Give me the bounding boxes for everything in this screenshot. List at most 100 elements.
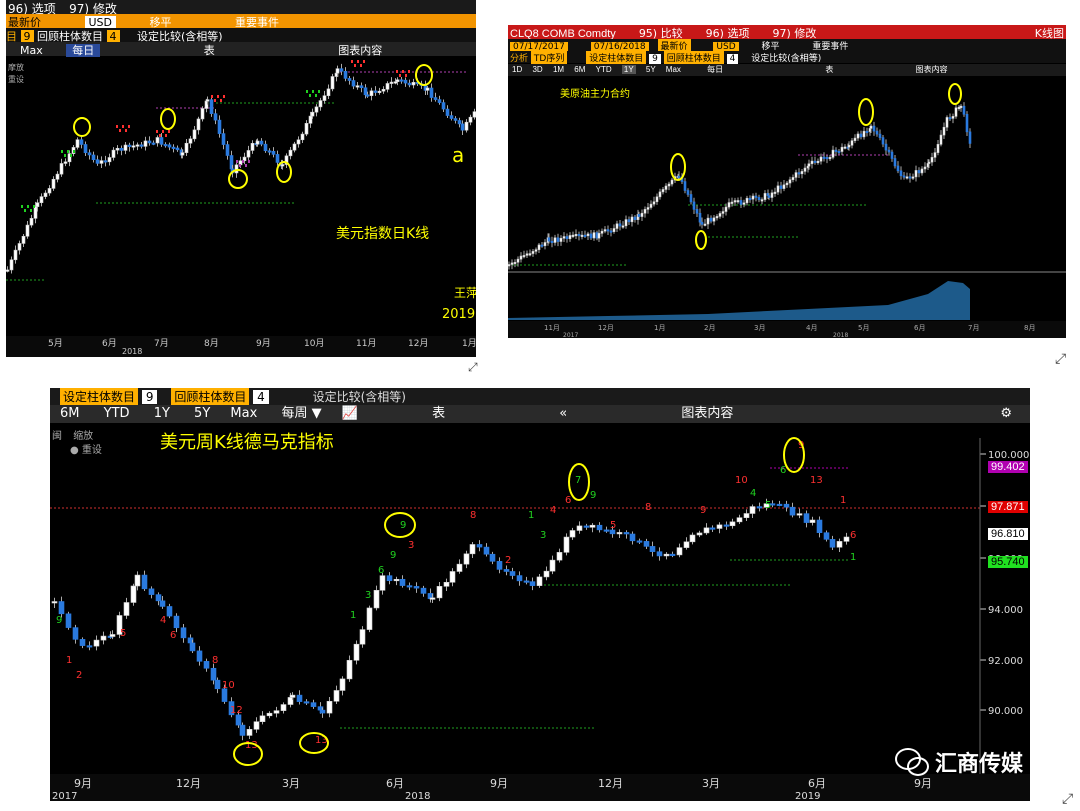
- candle-body: [592, 232, 596, 239]
- candle-body: [225, 144, 230, 156]
- candle-body: [756, 506, 763, 509]
- expand-icon[interactable]: ⤢: [1062, 790, 1073, 807]
- candle-body: [175, 147, 180, 151]
- candle-body: [959, 105, 963, 108]
- highlight-circle: [415, 64, 433, 86]
- chart-title: 美原油主力合约: [560, 87, 630, 100]
- candle-body: [556, 237, 560, 242]
- candle-body: [649, 546, 656, 552]
- y-axis-ticks: 100.00098.00096.00094.00092.00090.000: [979, 438, 1029, 774]
- x-axis-label: 2月: [704, 324, 715, 332]
- candle-body: [55, 173, 60, 180]
- td-mark: [217, 95, 219, 98]
- candle-body: [822, 156, 826, 159]
- candle-body: [623, 532, 630, 535]
- candle-body: [825, 157, 829, 160]
- candle-body: [171, 146, 176, 149]
- highlight-circle: [858, 98, 874, 126]
- candle-body: [280, 704, 287, 711]
- candle-body: [51, 178, 56, 189]
- candle-body: [757, 197, 761, 201]
- candle-body: [965, 113, 969, 133]
- candle-body: [59, 163, 64, 175]
- td-mark: [408, 70, 410, 73]
- td-mark: [73, 150, 75, 153]
- candle-body: [695, 209, 699, 214]
- highlight-circle: [695, 230, 707, 250]
- td-mark: [122, 125, 124, 128]
- candle-body: [917, 170, 921, 174]
- td-mark: [402, 70, 404, 73]
- candle-body: [496, 561, 503, 570]
- candle-body: [933, 152, 937, 158]
- candle-body: [643, 209, 647, 214]
- candle-body: [318, 100, 323, 108]
- candle-body: [6, 269, 10, 272]
- candles: [51, 498, 850, 741]
- td-mark: [248, 160, 250, 163]
- candle-body: [629, 533, 636, 542]
- td-number: 1: [840, 495, 846, 506]
- candle-body: [377, 90, 382, 93]
- candle-body: [489, 553, 496, 562]
- candle-body: [379, 575, 386, 591]
- candle-body: [853, 137, 857, 141]
- candle-body: [330, 76, 335, 90]
- candle-body: [656, 551, 663, 557]
- x-axis-label: 7月: [154, 338, 169, 349]
- td-number: 2: [505, 555, 511, 566]
- candle-body: [683, 541, 690, 548]
- expand-icon[interactable]: ⤢: [468, 360, 478, 375]
- candle-body: [580, 234, 584, 237]
- candle-body: [819, 156, 823, 162]
- year-label: 2018: [122, 347, 142, 356]
- candle-body: [196, 650, 203, 662]
- candle-body: [615, 223, 619, 229]
- candle-body: [469, 544, 476, 555]
- candle-body: [75, 139, 80, 148]
- highlight-circles: [233, 437, 805, 766]
- candle-body: [180, 627, 187, 639]
- td-number: 5: [120, 628, 126, 639]
- td-number: 3: [540, 530, 546, 541]
- highlight-circle: [783, 437, 805, 473]
- candle-body: [727, 202, 731, 208]
- candle-body: [800, 171, 804, 175]
- candle-body: [184, 142, 189, 153]
- candle-body: [836, 541, 843, 548]
- candle-body: [39, 196, 44, 204]
- highlight-circle: [160, 108, 176, 130]
- candle-body: [441, 102, 446, 110]
- candle-body: [79, 139, 84, 145]
- candle-body: [706, 217, 710, 225]
- candle-body: [742, 202, 746, 205]
- x-axis-label: 9月: [256, 338, 271, 349]
- candle-body: [689, 194, 693, 203]
- candle-body: [583, 525, 590, 528]
- candle-body: [840, 146, 844, 152]
- td-mark: [405, 74, 407, 77]
- candle-body: [246, 150, 251, 158]
- candle-body: [667, 183, 671, 187]
- td-mark: [354, 64, 356, 67]
- candle-body: [266, 712, 273, 717]
- candle-body: [574, 234, 578, 237]
- candle-body: [914, 170, 918, 178]
- candle-body: [463, 553, 470, 565]
- candle-body: [95, 159, 100, 164]
- candle-body: [363, 87, 368, 96]
- td-mark: [309, 94, 311, 97]
- candle-body: [253, 721, 260, 730]
- candle-body: [523, 580, 530, 583]
- candle-body: [884, 143, 888, 151]
- candle-body: [389, 81, 394, 84]
- candle-body: [135, 144, 140, 147]
- candle-body: [209, 99, 214, 114]
- candle-body: [875, 130, 879, 135]
- candle-body: [516, 575, 523, 582]
- td-mark: [351, 60, 353, 63]
- td-mark: [360, 64, 362, 67]
- candle-body: [540, 244, 544, 247]
- candle-body: [355, 85, 360, 88]
- expand-icon[interactable]: ⤢: [1055, 350, 1066, 367]
